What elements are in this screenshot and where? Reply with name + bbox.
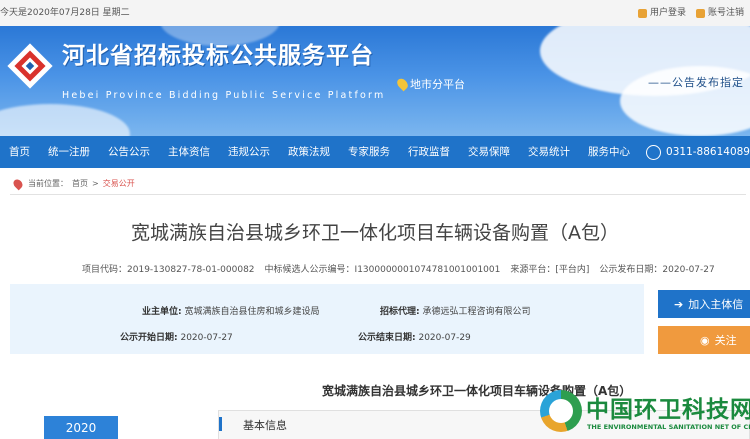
nav-item-experts[interactable]: 专家服务: [339, 136, 399, 168]
watermark-text: 中国环卫科技网: [586, 397, 750, 423]
main-nav: 首页 统一注册 公告公示 主体资信 违规公示 政策法规 专家服务 行政监督 交易…: [0, 136, 750, 168]
year-tab[interactable]: 2020: [44, 416, 118, 439]
site-banner: 河北省招标投标公共服务平台 Hebei Province Bidding Pub…: [0, 26, 750, 136]
logout-icon: [695, 8, 705, 18]
service-phone: 0311-88614089: [646, 136, 750, 168]
nav-item-service[interactable]: 服务中心: [579, 136, 639, 168]
current-date: 今天是2020年07月28日 星期二: [0, 8, 130, 18]
location-icon: [11, 177, 25, 190]
user-login-link[interactable]: 用户登录: [637, 0, 686, 26]
eye-icon: ◉: [700, 333, 710, 347]
end-date-field: 公示结束日期: 2020-07-29: [358, 333, 471, 343]
site-title-en: Hebei Province Bidding Public Service Pl…: [62, 90, 386, 101]
publish-date: 2020-07-27: [662, 265, 715, 275]
section-title: 基本信息: [243, 419, 287, 432]
city-platform-link[interactable]: 地市分平台: [395, 76, 465, 92]
top-links: 用户登录 账号注销: [637, 0, 744, 26]
watermark-subtext: THE ENVIRONMENTAL SANITATION NET OF CHIN…: [587, 423, 750, 431]
breadcrumb-current[interactable]: 交易公开: [103, 178, 135, 189]
nav-item-credit[interactable]: 主体资信: [159, 136, 219, 168]
site-title: 河北省招标投标公共服务平台: [62, 43, 374, 69]
nav-item-register[interactable]: 统一注册: [39, 136, 99, 168]
location-pin-icon: [395, 76, 410, 92]
section-marker: [219, 417, 222, 431]
nav-item-statistics[interactable]: 交易统计: [519, 136, 579, 168]
owner-field: 业主单位: 宽城满族自治县住房和城乡建设局: [142, 307, 320, 317]
phone-icon: [646, 144, 662, 160]
nav-item-home[interactable]: 首页: [0, 136, 39, 168]
nav-item-violations[interactable]: 违规公示: [219, 136, 279, 168]
nav-item-announcements[interactable]: 公告公示: [99, 136, 159, 168]
follow-button[interactable]: ◉ 关注: [658, 326, 750, 354]
breadcrumb-home[interactable]: 首页: [72, 178, 88, 189]
nav-item-supervision[interactable]: 行政监督: [399, 136, 459, 168]
user-icon: [637, 8, 647, 18]
top-bar: 今天是2020年07月28日 星期二 用户登录 账号注销: [0, 0, 750, 26]
join-subject-button[interactable]: ➔ 加入主体信: [658, 290, 750, 318]
account-logout-link[interactable]: 账号注销: [695, 0, 744, 26]
login-arrow-icon: ➔: [674, 297, 684, 311]
nav-item-guarantee[interactable]: 交易保障: [459, 136, 519, 168]
project-code: 2019-130827-78-01-000082: [127, 265, 255, 275]
agent-field: 招标代理: 承德远弘工程咨询有限公司: [380, 307, 531, 317]
banner-slogan: ——公告发布指定: [648, 76, 744, 89]
start-date-field: 公示开始日期: 2020-07-27: [120, 333, 233, 343]
page-title: 宽城满族自治县城乡环卫一体化项目车辆设备购置（A包）: [131, 222, 619, 244]
source-platform: [平台内]: [555, 265, 590, 275]
project-info-box: 业主单位: 宽城满族自治县住房和城乡建设局 招标代理: 承德远弘工程咨询有限公司…: [10, 284, 644, 354]
nav-item-policy[interactable]: 政策法规: [279, 136, 339, 168]
watermark-logo: 中国环卫科技网 THE ENVIRONMENTAL SANITATION NET…: [540, 384, 750, 439]
divider: [10, 194, 746, 195]
project-meta: 项目代码：2019-130827-78-01-000082 中标候选人公示编号：…: [82, 265, 715, 275]
breadcrumb: 当前位置： 首页 > 交易公开: [11, 177, 135, 190]
site-logo[interactable]: [4, 40, 56, 92]
watermark-emblem-icon: [540, 390, 582, 432]
notice-number: I13000000010747810010010​01: [354, 265, 501, 275]
